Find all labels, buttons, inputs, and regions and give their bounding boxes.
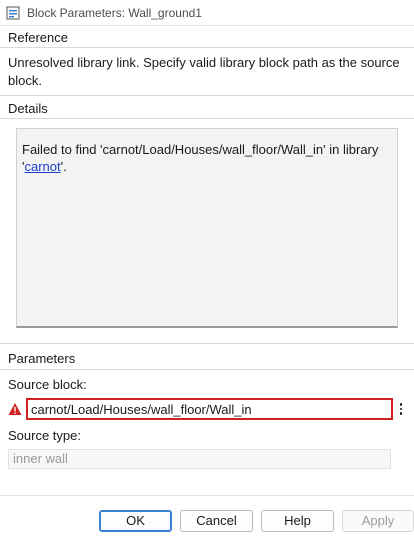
reference-text: Unresolved library link. Specify valid l… [8, 55, 400, 88]
apply-button[interactable]: Apply [342, 510, 414, 532]
source-block-label: Source block: [8, 377, 87, 392]
cancel-button[interactable]: Cancel [180, 510, 253, 532]
divider [0, 343, 414, 344]
details-header: Details [0, 99, 414, 119]
details-message: Failed to find 'carnot/Load/Houses/wall_… [22, 142, 379, 174]
block-params-icon [6, 6, 20, 20]
reference-header: Reference [0, 28, 414, 48]
warning-icon [8, 402, 22, 416]
source-block-input[interactable] [26, 398, 393, 420]
ok-button[interactable]: OK [99, 510, 172, 532]
title-bar: Block Parameters: Wall_ground1 [0, 0, 414, 26]
divider [0, 369, 414, 370]
details-text-area: Failed to find 'carnot/Load/Houses/wall_… [16, 128, 398, 328]
source-type-label: Source type: [8, 428, 81, 443]
more-options-icon[interactable] [396, 400, 406, 418]
divider [0, 95, 414, 96]
divider [0, 495, 414, 496]
carnot-library-link[interactable]: carnot [24, 159, 60, 174]
help-button[interactable]: Help [261, 510, 334, 532]
window-title: Block Parameters: Wall_ground1 [27, 5, 202, 20]
parameters-header: Parameters [8, 351, 76, 366]
details-message-end: '. [60, 159, 67, 174]
source-type-field: inner wall [8, 449, 391, 469]
